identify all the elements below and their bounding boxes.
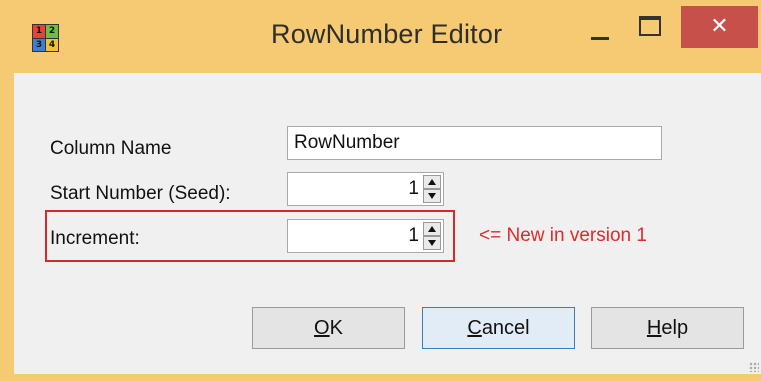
start-number-stepper[interactable]: 1: [287, 172, 444, 206]
cancel-button[interactable]: Cancel: [422, 307, 575, 349]
increment-value[interactable]: 1: [408, 220, 419, 252]
maximize-button[interactable]: [629, 6, 671, 50]
close-button[interactable]: ✕: [681, 6, 758, 48]
help-label-rest: elp: [661, 317, 689, 339]
start-number-value[interactable]: 1: [408, 173, 419, 205]
increment-label: Increment:: [50, 228, 140, 249]
icon-digit-2: 2: [46, 25, 58, 38]
spin-down-arrow-icon[interactable]: [423, 236, 441, 250]
ok-label-rest: K: [329, 317, 343, 339]
start-number-label: Start Number (Seed):: [50, 183, 231, 204]
spin-up-arrow-icon[interactable]: [423, 175, 441, 189]
ok-button[interactable]: OK: [252, 307, 405, 349]
minimize-button[interactable]: [579, 6, 621, 50]
help-button[interactable]: Help: [591, 307, 744, 349]
dialog-client-area: Column Name RowNumber Start Number (Seed…: [14, 73, 761, 374]
column-name-label: Column Name: [50, 138, 172, 159]
dialog-window: 1 2 3 4 RowNumber Editor ✕ Column Name R…: [0, 0, 761, 381]
icon-digit-3: 3: [33, 38, 45, 51]
title-bar[interactable]: 1 2 3 4 RowNumber Editor ✕: [7, 0, 761, 73]
column-name-input[interactable]: RowNumber: [287, 126, 662, 160]
new-in-version-note: <= New in version 1: [479, 225, 647, 246]
increment-spin-buttons: [423, 222, 441, 250]
icon-digit-4: 4: [46, 38, 58, 51]
icon-digit-1: 1: [33, 25, 45, 38]
cancel-mnemonic: C: [467, 317, 482, 339]
ok-mnemonic: O: [314, 317, 330, 339]
increment-stepper[interactable]: 1: [287, 219, 444, 253]
numbered-grid-icon[interactable]: 1 2 3 4: [32, 24, 59, 52]
start-number-spin-buttons: [423, 175, 441, 203]
spin-up-arrow-icon[interactable]: [423, 222, 441, 236]
window-title: RowNumber Editor: [271, 19, 503, 49]
help-mnemonic: H: [646, 317, 662, 339]
close-icon: ✕: [710, 14, 729, 39]
cancel-label-rest: ancel: [481, 317, 530, 339]
spin-down-arrow-icon[interactable]: [423, 189, 441, 203]
resize-grip[interactable]: [749, 362, 759, 372]
